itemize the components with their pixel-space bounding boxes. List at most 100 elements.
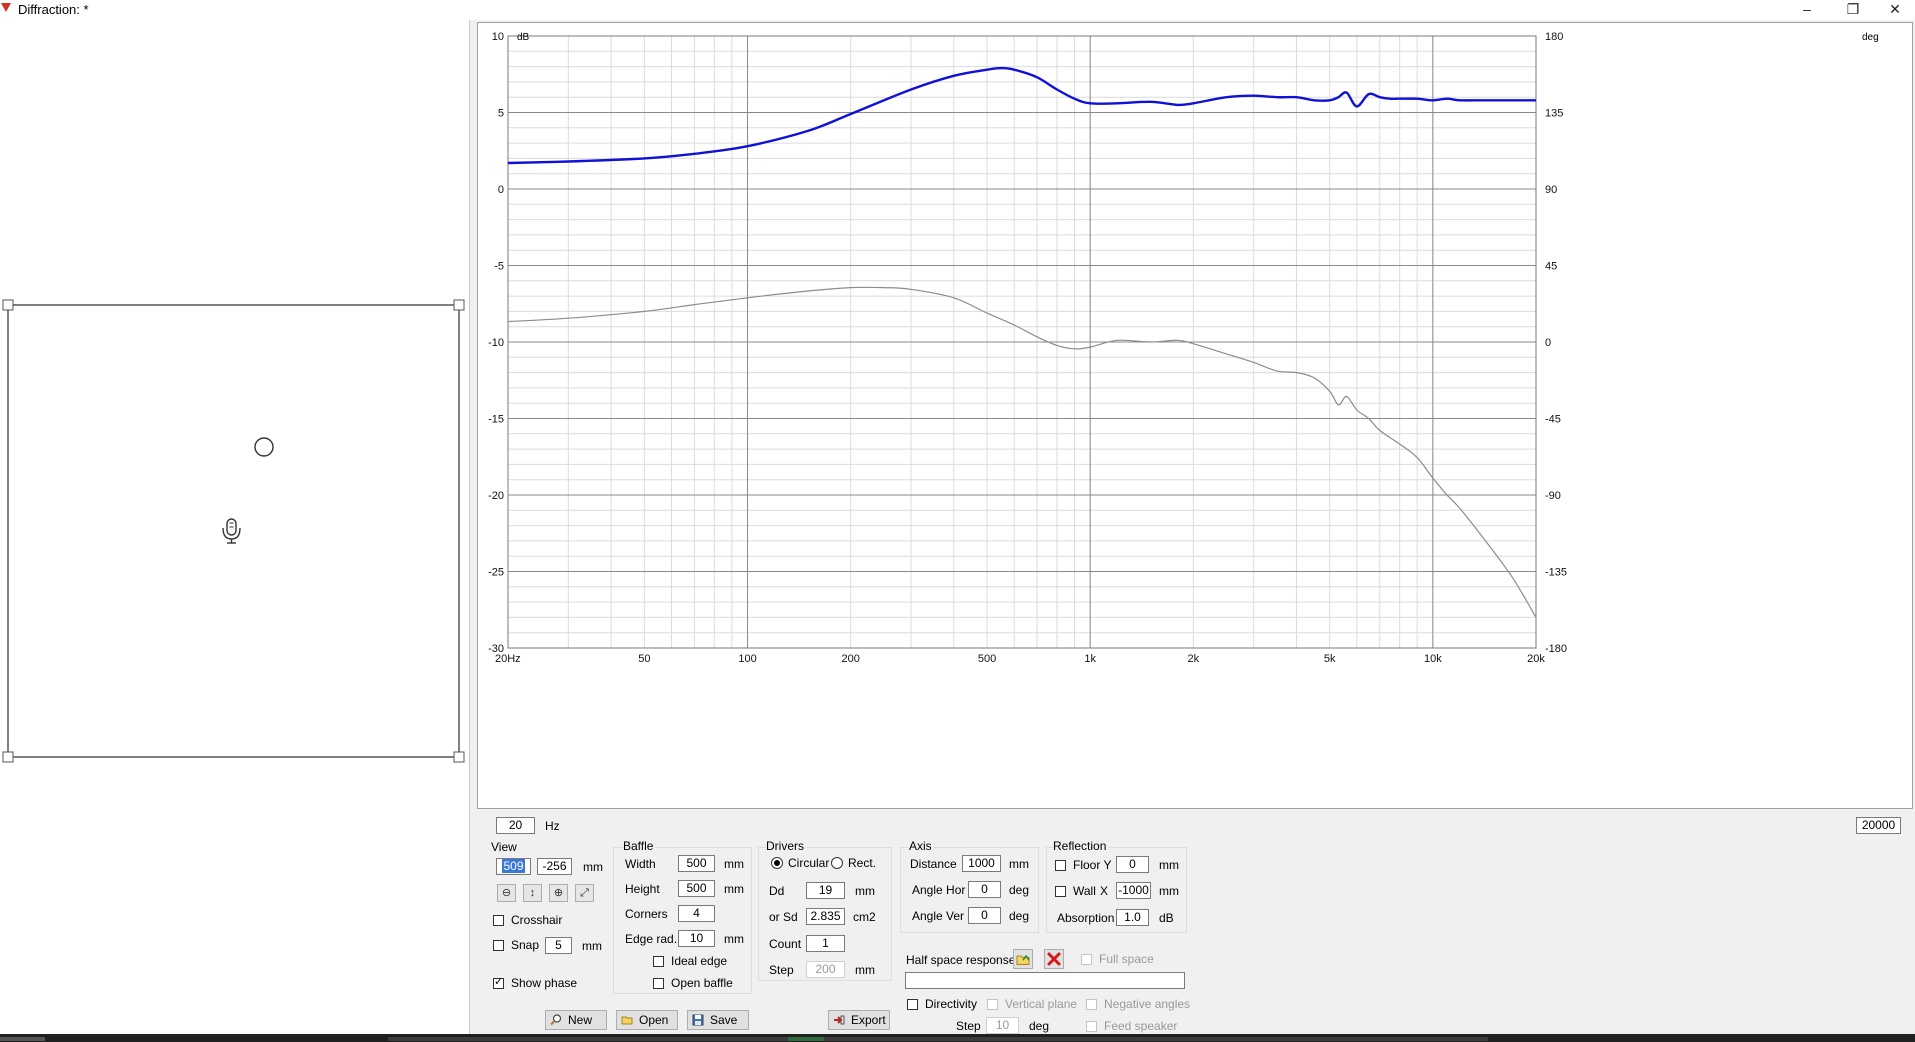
restore-button[interactable]: ❐ (1830, 0, 1876, 20)
freq-min-unit: Hz (545, 819, 560, 833)
x-tick-label: 1k (1084, 653, 1096, 665)
y-tick-label: -30 (488, 643, 504, 655)
crosshair-checkbox[interactable] (493, 915, 504, 926)
export-button[interactable]: Export (828, 1010, 890, 1030)
x-tick-label: 100 (738, 653, 756, 665)
response-chart[interactable]: 20Hz 50 100 200 500 1k 2k 5k 10k 20k 1050-5-10-15… (478, 23, 1912, 808)
baffle-corners-label: Corners (625, 907, 668, 921)
snap-input[interactable]: 5 (545, 937, 572, 954)
ideal-edge-checkbox[interactable] (653, 956, 664, 967)
response-plot[interactable]: 20Hz 50 100 200 500 1k 2k 5k 10k 20k 10 5 0 -5 -10 -15… (477, 22, 1913, 809)
dd-input[interactable]: 19 (806, 882, 845, 899)
open-button[interactable]: Open (616, 1010, 678, 1030)
save-button[interactable]: Save (687, 1010, 749, 1030)
close-button[interactable]: ✕ (1872, 0, 1915, 20)
zoom-out-button[interactable]: ⊖ (497, 884, 516, 902)
y-axis-labels: 10 5 0 -5 -10 -15 -20 -25 -30 (488, 31, 504, 655)
sd-unit: cm2 (853, 910, 876, 924)
baffle-corner-handle[interactable] (453, 299, 465, 311)
freq-min-input[interactable]: 20 (496, 817, 535, 834)
open-half-space-button[interactable] (1013, 949, 1033, 969)
ideal-edge-label: Ideal edge (671, 954, 728, 968)
zoom-vertical-button[interactable]: ↕ (523, 884, 542, 902)
baffle-width-unit: mm (724, 857, 744, 871)
view-x-input[interactable]: 509 (496, 858, 531, 875)
rect-label: Rect. (848, 856, 877, 870)
vertical-plane-checkbox[interactable] (987, 999, 998, 1010)
half-space-file-input[interactable] (905, 972, 1185, 989)
clear-half-space-button[interactable] (1044, 949, 1064, 969)
y-tick-label: -20 (488, 490, 504, 502)
baffle-height-input[interactable]: 500 (678, 880, 715, 897)
circular-label: Circular (788, 856, 830, 870)
driver-step-label: Step (769, 963, 794, 977)
view-y-input[interactable]: -256 (537, 858, 572, 875)
y2-tick-label: 135 (1545, 108, 1563, 120)
x-tick-label: 20k (1527, 653, 1545, 665)
wall-checkbox[interactable] (1055, 886, 1066, 897)
baffle-corner-handle[interactable] (453, 751, 465, 763)
angle-ver-input[interactable]: 0 (968, 907, 1001, 924)
y2-tick-label: -135 (1545, 567, 1567, 579)
open-baffle-checkbox[interactable] (653, 978, 664, 989)
baffle-group-title: Baffle (623, 839, 656, 853)
y2-tick-label: -45 (1545, 414, 1561, 426)
x-tick-label: 10k (1424, 653, 1442, 665)
snap-unit: mm (582, 939, 602, 953)
absorption-label: Absorption (1057, 911, 1115, 925)
x-tick-label: 200 (841, 653, 859, 665)
negative-angles-label: Negative angles (1104, 997, 1191, 1011)
y2-tick-label: 45 (1545, 261, 1557, 273)
floor-checkbox[interactable] (1055, 860, 1066, 871)
zoom-fit-button[interactable]: ⤢ (575, 884, 594, 902)
directivity-checkbox[interactable] (907, 999, 918, 1010)
circular-radio[interactable] (771, 857, 783, 869)
driver-step-input[interactable]: 200 (806, 961, 845, 978)
baffle-canvas[interactable] (0, 20, 469, 1034)
distance-input[interactable]: 1000 (962, 855, 1001, 872)
absorption-input[interactable]: 1.0 (1116, 909, 1149, 926)
baffle-corner-handle[interactable] (2, 751, 14, 763)
negative-angles-checkbox[interactable] (1086, 999, 1097, 1010)
distance-label: Distance (910, 857, 957, 871)
directivity-step-input[interactable]: 10 (986, 1017, 1019, 1034)
feed-speaker-checkbox[interactable] (1086, 1021, 1097, 1032)
baffle-edge-label: Edge rad. (625, 932, 678, 946)
baffle-corner-handle[interactable] (2, 299, 14, 311)
right-unit-label: deg (1862, 32, 1879, 43)
new-button[interactable]: New (545, 1010, 607, 1030)
y2-tick-label: 180 (1545, 31, 1563, 43)
count-input[interactable]: 1 (806, 935, 845, 952)
snap-label: Snap (511, 938, 540, 952)
wall-input[interactable]: -1000 (1116, 882, 1151, 899)
floor-unit: mm (1159, 858, 1179, 872)
baffle-width-input[interactable]: 500 (678, 855, 715, 872)
baffle-edge-input[interactable]: 10 (678, 930, 715, 947)
sd-input[interactable]: 2.835 (806, 908, 845, 925)
y-tick-label: -25 (488, 567, 504, 579)
baffle-drawing[interactable] (0, 20, 469, 1034)
wall-unit: mm (1159, 884, 1179, 898)
floor-input[interactable]: 0 (1116, 856, 1149, 873)
minimize-button[interactable]: – (1784, 0, 1830, 20)
reflection-group-title: Reflection (1053, 839, 1109, 853)
full-space-checkbox[interactable] (1081, 954, 1092, 965)
baffle-height-label: Height (625, 882, 660, 896)
angle-hor-unit: deg (1009, 883, 1030, 897)
freq-max-input[interactable]: 20000 (1856, 817, 1901, 834)
microphone-icon[interactable] (222, 518, 241, 544)
driver-circle[interactable] (254, 437, 274, 457)
x-tick-label: 2k (1188, 653, 1200, 665)
x-axis-labels: 20Hz 50 100 200 500 1k 2k 5k 10k 20k (495, 653, 1545, 665)
angle-hor-input[interactable]: 0 (968, 881, 1001, 898)
rect-radio[interactable] (831, 857, 843, 869)
drivers-group-title: Drivers (766, 839, 806, 853)
snap-checkbox[interactable] (493, 940, 504, 951)
feed-speaker-label: Feed speaker (1104, 1019, 1178, 1033)
baffle-corners-input[interactable]: 4 (678, 905, 715, 922)
y-tick-label: 10 (492, 31, 504, 43)
show-phase-checkbox[interactable] (493, 975, 504, 989)
title-bar: Diffraction: * – ❐ ✕ (0, 0, 1915, 20)
angle-ver-unit: deg (1009, 909, 1030, 923)
zoom-in-button[interactable]: ⊕ (549, 884, 568, 902)
